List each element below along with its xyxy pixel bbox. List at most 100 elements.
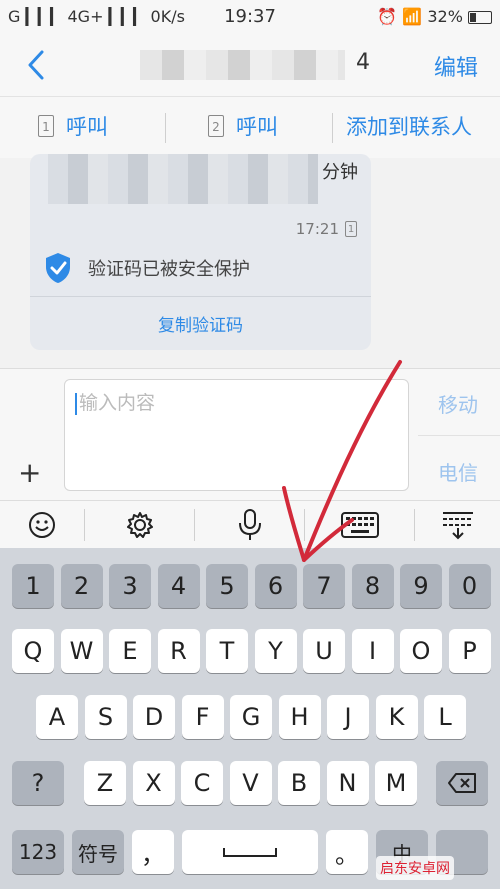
key-0[interactable]: 0 <box>448 564 491 608</box>
call-sim2-label: 呼叫 <box>236 115 278 139</box>
key-t[interactable]: T <box>206 629 248 673</box>
sim1-icon: 1 <box>38 115 54 137</box>
key-u[interactable]: U <box>303 629 345 673</box>
key-7[interactable]: 7 <box>303 564 345 608</box>
key-o[interactable]: O <box>400 629 442 673</box>
back-icon[interactable] <box>22 48 52 82</box>
keyboard-settings-button[interactable] <box>112 507 168 543</box>
message-list[interactable]: 分钟 17:21 1 验证码已被安全保护 复制验证码 <box>0 154 500 368</box>
key-d[interactable]: D <box>133 695 175 739</box>
key-p[interactable]: P <box>448 629 491 673</box>
sim-indicator-icon: 1 <box>345 221 357 237</box>
message-bubble[interactable]: 分钟 17:21 1 验证码已被安全保护 复制验证码 <box>30 154 371 350</box>
redacted-message-text <box>48 154 318 204</box>
comma-key[interactable]: ， <box>132 830 174 874</box>
copy-code-button[interactable]: 复制验证码 <box>30 311 371 336</box>
key-r[interactable]: R <box>157 629 200 673</box>
shield-icon <box>46 253 70 283</box>
key-1[interactable]: 1 <box>12 564 54 608</box>
key-n[interactable]: N <box>326 761 369 805</box>
conversation-title: 4 <box>356 50 370 75</box>
key-j[interactable]: J <box>327 695 369 739</box>
battery-status: ⏰ 📶 32% <box>377 7 492 26</box>
numbers-key[interactable]: 123 <box>12 830 64 874</box>
divider <box>418 435 500 436</box>
key-4[interactable]: 4 <box>157 564 200 608</box>
security-notice-text: 验证码已被安全保护 <box>88 259 250 280</box>
delete-key[interactable] <box>436 761 488 805</box>
key-i[interactable]: I <box>351 629 394 673</box>
key-y[interactable]: Y <box>254 629 297 673</box>
security-notice: 验证码已被安全保护 <box>44 252 250 284</box>
key-s[interactable]: S <box>84 695 127 739</box>
gear-icon <box>127 512 153 538</box>
smiley-icon <box>29 512 55 538</box>
key-3[interactable]: 3 <box>109 564 151 608</box>
keyboard-icon <box>341 512 379 538</box>
conversation-header: 4 编辑 <box>0 34 500 96</box>
key-g[interactable]: G <box>230 695 272 739</box>
call-sim1-button[interactable]: 1 呼叫 <box>38 111 108 141</box>
backspace-icon <box>448 773 476 793</box>
key-x[interactable]: X <box>132 761 175 805</box>
collapse-keyboard-icon <box>443 512 473 540</box>
keyboard-toolbar <box>0 500 500 549</box>
status-bar: G ▎▎▎ 4G+ ▎▎▎ 0K/s 19:37 ⏰ 📶 32% <box>0 0 500 34</box>
space-key[interactable] <box>182 830 318 874</box>
divider <box>84 509 85 541</box>
key-2[interactable]: 2 <box>60 564 103 608</box>
key-9[interactable]: 9 <box>400 564 442 608</box>
key-z[interactable]: Z <box>84 761 126 805</box>
key-w[interactable]: W <box>60 629 103 673</box>
divider <box>304 509 305 541</box>
key-b[interactable]: B <box>278 761 320 805</box>
symbols-key[interactable]: 符号 <box>72 830 124 874</box>
battery-percent: 32% <box>427 7 463 26</box>
send-mobile-button[interactable]: 移动 <box>438 389 478 418</box>
key-k[interactable]: K <box>375 695 418 739</box>
message-time: 17:21 <box>295 220 339 238</box>
key-e[interactable]: E <box>109 629 151 673</box>
key-h[interactable]: H <box>278 695 321 739</box>
call-sim1-label: 呼叫 <box>66 115 108 139</box>
key-c[interactable]: C <box>181 761 223 805</box>
key-f[interactable]: F <box>181 695 224 739</box>
divider <box>194 509 195 541</box>
voice-input-button[interactable] <box>222 507 278 543</box>
message-input[interactable]: 输入内容 <box>64 379 409 491</box>
key-5[interactable]: 5 <box>206 564 248 608</box>
hide-keyboard-button[interactable] <box>430 507 486 543</box>
keyboard-switch-button[interactable] <box>332 507 388 543</box>
key-l[interactable]: L <box>424 695 466 739</box>
alarm-icon: ⏰ <box>377 7 398 26</box>
period-key[interactable]: 。 <box>326 830 368 874</box>
space-icon <box>223 848 277 857</box>
keyboard: 1234567890 QWERTYUIOP ASDFGHJKL ZXCVBNM … <box>0 548 500 889</box>
call-sim2-button[interactable]: 2 呼叫 <box>208 111 278 141</box>
key-6[interactable]: 6 <box>254 564 297 608</box>
text-caret <box>75 392 77 415</box>
key-v[interactable]: V <box>229 761 272 805</box>
emoji-button[interactable] <box>14 507 70 543</box>
message-input-placeholder: 输入内容 <box>79 392 156 414</box>
divider <box>414 509 415 541</box>
key-q[interactable]: Q <box>12 629 54 673</box>
divider <box>30 296 371 297</box>
message-timestamp: 17:21 1 <box>296 220 357 238</box>
message-text: 分钟 <box>322 162 358 183</box>
divider <box>165 113 166 143</box>
key-a[interactable]: A <box>36 695 78 739</box>
battery-icon <box>468 11 492 24</box>
add-contact-button[interactable]: 添加到联系人 <box>346 111 472 141</box>
watermark-logo: 启东安卓网 <box>376 856 454 880</box>
send-telecom-button[interactable]: 电信 <box>438 457 478 486</box>
composer: + 输入内容 移动 电信 <box>0 368 500 501</box>
sim2-icon: 2 <box>208 115 224 137</box>
key-8[interactable]: 8 <box>351 564 394 608</box>
edit-button[interactable]: 编辑 <box>434 50 478 82</box>
shift-key[interactable]: ? <box>12 761 64 805</box>
action-bar: 1 呼叫 2 呼叫 添加到联系人 <box>0 96 500 159</box>
add-attachment-button[interactable]: + <box>18 459 41 487</box>
key-m[interactable]: M <box>375 761 417 805</box>
divider <box>332 113 333 143</box>
